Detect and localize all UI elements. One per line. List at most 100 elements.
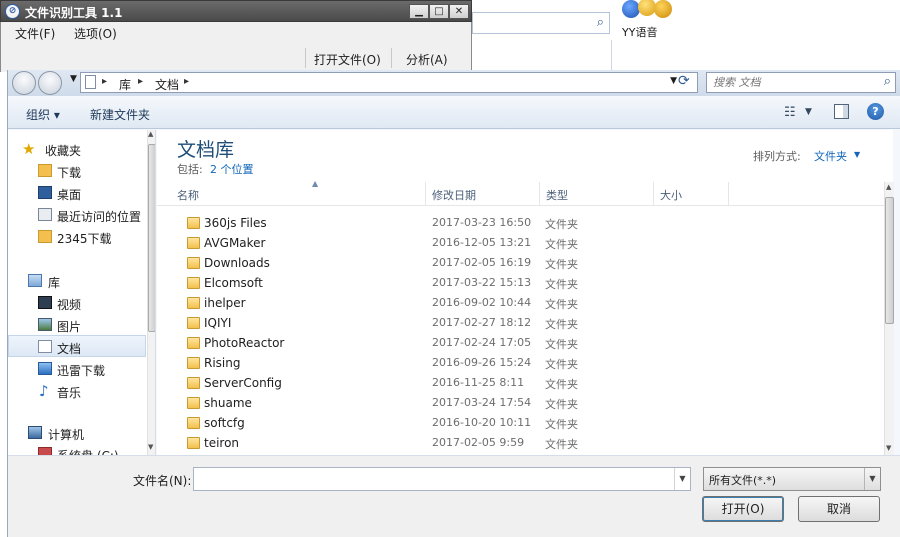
arrange-by-dropdown[interactable]: 文件夹 (814, 148, 847, 164)
folder-icon (187, 257, 200, 269)
chevron-right-icon[interactable]: ▸ (184, 76, 189, 87)
nav-item-system-drive[interactable]: 系统盘 (C:) (8, 443, 146, 455)
command-bar: 组织 ▾ 新建文件夹 ☷ ▼ ? (8, 97, 900, 129)
organize-button[interactable]: 组织 ▾ (26, 106, 60, 123)
file-date: 2017-02-24 17:05 (432, 336, 532, 349)
address-dropdown-icon[interactable]: ▼ (670, 76, 677, 86)
folder-icon (187, 317, 200, 329)
view-dropdown-icon[interactable]: ▼ (805, 107, 812, 117)
nav-item-label: 迅雷下载 (57, 364, 106, 378)
file-date: 2017-03-22 15:13 (432, 276, 532, 289)
nav-item-favorites[interactable]: ★ 收藏夹 (8, 138, 146, 160)
open-button[interactable]: 打开(O) (702, 496, 784, 522)
address-bar-row: ▼ ▸ 库 ▸ 文档 ▸ ▼ ⟳ ⌕ (8, 70, 900, 96)
column-date-label: 修改日期 (432, 189, 476, 202)
recent-places-icon (38, 208, 52, 221)
file-row[interactable]: softcfg 2016-10-20 10:11 文件夹 (157, 413, 887, 433)
nav-item-label: 下载 (57, 166, 82, 180)
forward-button[interactable] (38, 71, 62, 95)
scroll-down-icon[interactable]: ▼ (148, 443, 153, 451)
search-icon[interactable]: ⌕ (884, 74, 891, 89)
scroll-down-icon[interactable]: ▼ (886, 444, 891, 452)
nav-item-computer[interactable]: 计算机 (8, 422, 146, 444)
nav-item-label: 收藏夹 (45, 144, 82, 158)
arrange-by-label: 排列方式: (753, 150, 801, 163)
nav-item-documents[interactable]: 文档 (8, 335, 146, 357)
file-date: 2017-02-27 18:12 (432, 316, 532, 329)
file-type: 文件夹 (545, 278, 578, 291)
nav-item-2345-downloads[interactable]: 2345下载 (8, 226, 146, 248)
library-locations-link[interactable]: 2 个位置 (210, 161, 254, 177)
close-button[interactable]: ✕ (449, 4, 469, 19)
folder-icon (187, 217, 200, 229)
nav-item-desktop[interactable]: 桌面 (8, 182, 146, 204)
nav-scrollbar-thumb[interactable] (148, 144, 155, 332)
column-type[interactable]: 类型 (540, 182, 654, 206)
file-row[interactable]: ServerConfig 2016-11-25 8:11 文件夹 (157, 373, 887, 393)
file-type: 文件夹 (545, 358, 578, 371)
folder-icon (187, 297, 200, 309)
minimize-button[interactable]: ▁ (409, 4, 429, 19)
chevron-right-icon[interactable]: ▸ (138, 76, 143, 87)
yy-voice-label[interactable]: YY语音 (622, 24, 657, 40)
filetype-select[interactable]: 所有文件(*.*) ▼ (703, 467, 881, 491)
recent-pages-dropdown-icon[interactable]: ▼ (70, 74, 77, 84)
video-icon (38, 296, 52, 309)
file-row[interactable]: PhotoReactor 2017-02-24 17:05 文件夹 (157, 333, 887, 353)
search-box[interactable]: ⌕ (706, 72, 896, 93)
background-app-titlebar[interactable]: ⊘ 文件识别工具 1.1 ▁ □ ✕ (0, 0, 472, 22)
filename-combobox[interactable]: ▼ (193, 467, 691, 491)
file-date: 2017-02-05 16:19 (432, 256, 532, 269)
scroll-up-icon[interactable]: ▲ (148, 130, 153, 138)
maximize-button[interactable]: □ (429, 4, 449, 19)
file-type: 文件夹 (545, 438, 578, 451)
nav-item-thunder-downloads[interactable]: 迅雷下载 (8, 358, 146, 380)
file-list-scrollbar-thumb[interactable] (885, 197, 894, 324)
column-date-modified[interactable]: 修改日期 (426, 182, 540, 206)
nav-item-videos[interactable]: 视频 (8, 292, 146, 314)
nav-item-music[interactable]: ♪ 音乐 (8, 380, 146, 402)
file-row[interactable]: IQIYI 2017-02-27 18:12 文件夹 (157, 313, 887, 333)
view-options-icon[interactable]: ☷ (784, 105, 796, 120)
nav-item-label: 系统盘 (C:) (57, 447, 119, 455)
menu-file[interactable]: 文件(F) (15, 25, 55, 42)
file-row[interactable]: Elcomsoft 2017-03-22 15:13 文件夹 (157, 273, 887, 293)
chevron-down-icon[interactable]: ▼ (864, 468, 880, 490)
scroll-up-icon[interactable]: ▲ (886, 183, 891, 191)
file-row[interactable]: Rising 2016-09-26 15:24 文件夹 (157, 353, 887, 373)
yy-voice-icon[interactable] (622, 0, 672, 22)
file-row[interactable]: AVGMaker 2016-12-05 13:21 文件夹 (157, 233, 887, 253)
breadcrumb-library[interactable]: 库 (119, 76, 131, 93)
column-size[interactable]: 大小 (654, 182, 729, 206)
open-file-button[interactable]: 打开文件(O) (314, 51, 381, 68)
column-name[interactable]: 名称 ▲ (171, 179, 426, 206)
file-row[interactable]: ihelper 2016-09-02 10:44 文件夹 (157, 293, 887, 313)
help-icon[interactable]: ? (867, 103, 884, 120)
breadcrumb-documents[interactable]: 文档 (155, 76, 179, 93)
menu-options[interactable]: 选项(O) (74, 25, 117, 42)
preview-pane-icon[interactable] (834, 104, 849, 119)
file-type: 文件夹 (545, 398, 578, 411)
cancel-button[interactable]: 取消 (798, 496, 880, 522)
back-button[interactable] (12, 71, 36, 95)
yy-icon-right (654, 0, 672, 18)
search-input[interactable] (713, 76, 863, 89)
filename-input[interactable] (198, 471, 668, 485)
new-folder-button[interactable]: 新建文件夹 (90, 106, 150, 123)
file-row[interactable]: shuame 2017-03-24 17:54 文件夹 (157, 393, 887, 413)
nav-item-downloads[interactable]: 下载 (8, 160, 146, 182)
nav-item-recent-places[interactable]: 最近访问的位置 (8, 204, 146, 226)
chevron-right-icon[interactable]: ▸ (102, 76, 107, 87)
nav-item-label: 库 (48, 276, 61, 290)
nav-item-pictures[interactable]: 图片 (8, 314, 146, 336)
chevron-down-icon[interactable]: ▼ (674, 468, 690, 490)
chevron-down-icon[interactable]: ▼ (854, 150, 860, 159)
nav-item-libraries[interactable]: 库 (8, 270, 146, 292)
file-row[interactable]: teiron 2017-02-05 9:59 文件夹 (157, 433, 887, 453)
address-bar[interactable]: ▸ 库 ▸ 文档 ▸ ▼ (80, 72, 698, 93)
refresh-icon[interactable]: ⟳ (678, 73, 690, 89)
file-row[interactable]: Downloads 2017-02-05 16:19 文件夹 (157, 253, 887, 273)
filetype-value: 所有文件(*.*) (709, 474, 777, 487)
analyze-button[interactable]: 分析(A) (406, 51, 448, 68)
file-row[interactable]: 360js Files 2017-03-23 16:50 文件夹 (157, 213, 887, 233)
